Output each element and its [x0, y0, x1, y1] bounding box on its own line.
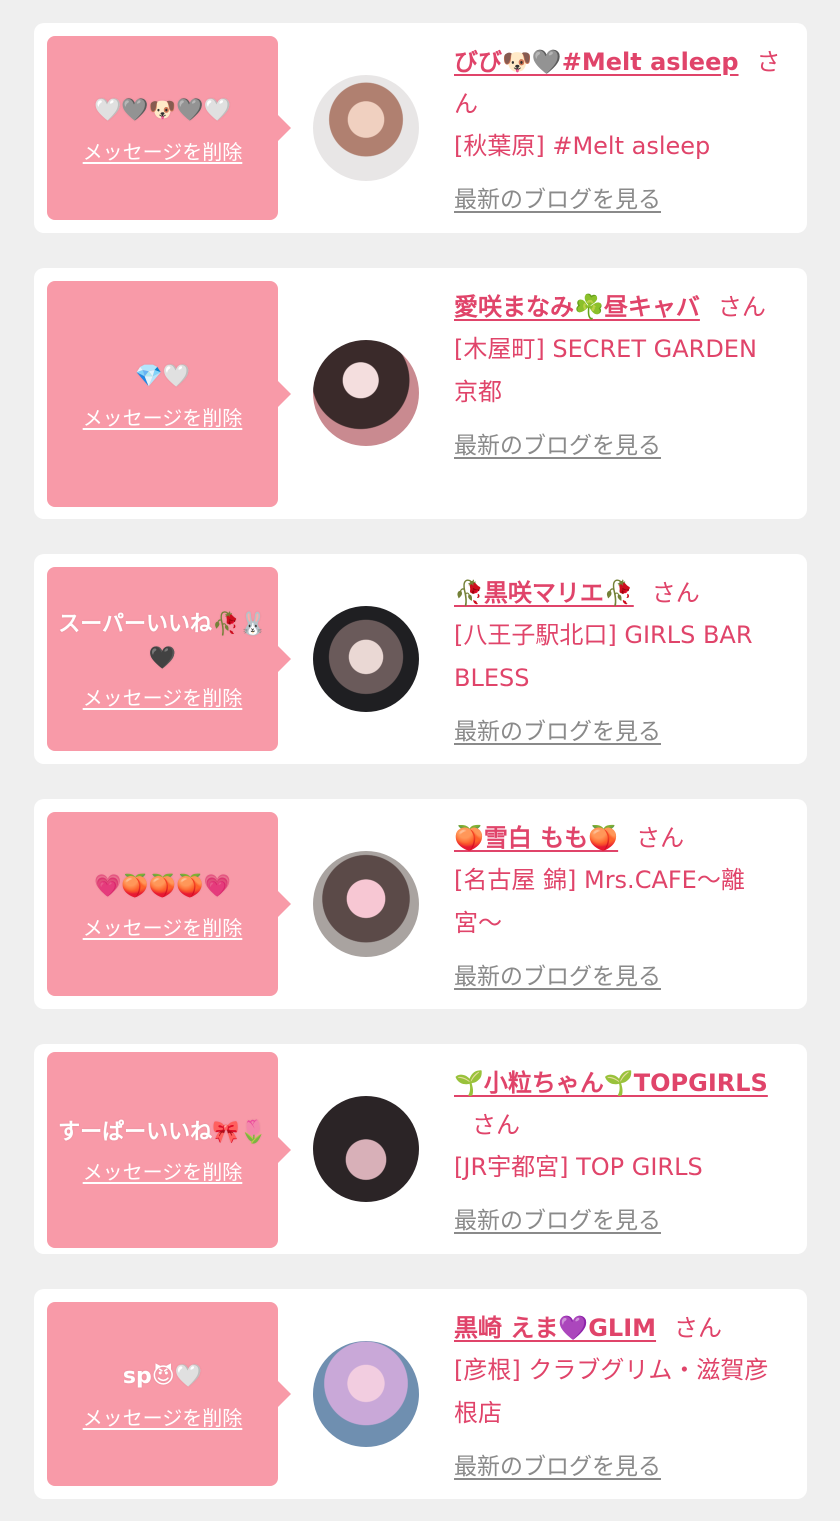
cast-info: 🥀黒咲マリエ🥀 さん [八王子駅北口] GIRLS BAR BLESS 最新のブロ…: [454, 572, 785, 746]
name-line: 🍑雪白 もも🍑 さん: [454, 817, 785, 859]
delete-message-link[interactable]: メッセージを削除: [83, 136, 243, 165]
shop-name: [彦根] クラブグリム・滋賀彦根店: [454, 1356, 769, 1427]
shop-name: [木屋町] SECRET GARDEN 京都: [454, 335, 757, 406]
honorific: さん: [636, 824, 685, 852]
latest-blog-link[interactable]: 最新のブログを見る: [454, 426, 661, 460]
cast-name-link[interactable]: 🌱小粒ちゃん🌱TOPGIRLS: [454, 1069, 768, 1097]
latest-blog-link[interactable]: 最新のブログを見る: [454, 1447, 661, 1481]
message-bubble: スーパーいいね🥀🐰🖤 メッセージを削除: [47, 567, 291, 751]
name-line: 黒崎 えま💜GLIM さん: [454, 1307, 785, 1349]
cast-info: 黒崎 えま💜GLIM さん [彦根] クラブグリム・滋賀彦根店 最新のブログを見る: [454, 1307, 785, 1481]
latest-blog-link[interactable]: 最新のブログを見る: [454, 957, 661, 991]
message-card: sp😈🤍 メッセージを削除 黒崎 えま💜GLIM さん [彦根] クラブグリム・滋…: [34, 1289, 807, 1499]
message-text: sp😈🤍: [122, 1363, 203, 1389]
delete-message-link[interactable]: メッセージを削除: [83, 912, 243, 941]
shop-name: [八王子駅北口] GIRLS BAR BLESS: [454, 621, 753, 692]
honorific: さん: [674, 1314, 723, 1342]
cast-name-link[interactable]: 🥀黒咲マリエ🥀: [454, 579, 634, 607]
message-card: 💎🤍 メッセージを削除 愛咲まなみ☘️昼キャバ さん [木屋町] SECRET G…: [34, 268, 807, 519]
message-text: スーパーいいね🥀🐰🖤: [58, 611, 267, 671]
message-bubble: 💎🤍 メッセージを削除: [47, 281, 291, 507]
message-bubble: 💗🍑🍑🍑💗 メッセージを削除: [47, 812, 291, 996]
honorific: さん: [472, 1111, 520, 1139]
shop-name: [JR宇都宮] TOP GIRLS: [454, 1153, 703, 1181]
honorific: さん: [651, 579, 700, 607]
message-bubble: すーぱーいいね🎀🌷 メッセージを削除: [47, 1052, 291, 1248]
avatar[interactable]: [313, 851, 419, 957]
honorific: さん: [717, 293, 766, 321]
cast-name-link[interactable]: 黒崎 えま💜GLIM: [454, 1314, 656, 1342]
message-card: 💗🍑🍑🍑💗 メッセージを削除 🍑雪白 もも🍑 さん [名古屋 錦] Mrs.CAF…: [34, 799, 807, 1009]
shop-name: [名古屋 錦] Mrs.CAFE〜離宮〜: [454, 866, 745, 937]
message-card: 🤍🩶🐶🩶🤍 メッセージを削除 びび🐶🩶#Melt asleep さん [秋葉原] …: [34, 23, 807, 233]
message-bubble: 🤍🩶🐶🩶🤍 メッセージを削除: [47, 36, 291, 220]
delete-message-link[interactable]: メッセージを削除: [83, 402, 243, 431]
name-line: 愛咲まなみ☘️昼キャバ さん: [454, 286, 785, 328]
message-bubble: sp😈🤍 メッセージを削除: [47, 1302, 291, 1486]
latest-blog-link[interactable]: 最新のブログを見る: [454, 712, 661, 746]
delete-message-link[interactable]: メッセージを削除: [83, 1402, 243, 1431]
message-text: すーぱーいいね🎀🌷: [58, 1119, 267, 1145]
shop-name: [秋葉原] #Melt asleep: [454, 132, 711, 160]
message-card: すーぱーいいね🎀🌷 メッセージを削除 🌱小粒ちゃん🌱TOPGIRLS さん [JR…: [34, 1044, 807, 1254]
name-line: 🌱小粒ちゃん🌱TOPGIRLS さん: [454, 1062, 785, 1146]
delete-message-link[interactable]: メッセージを削除: [83, 682, 243, 711]
message-list: 🤍🩶🐶🩶🤍 メッセージを削除 びび🐶🩶#Melt asleep さん [秋葉原] …: [0, 0, 840, 1521]
message-text: 🤍🩶🐶🩶🤍: [94, 97, 231, 123]
cast-info: 🌱小粒ちゃん🌱TOPGIRLS さん [JR宇都宮] TOP GIRLS 最新のブ…: [454, 1062, 785, 1235]
avatar[interactable]: [313, 606, 419, 712]
cast-name-link[interactable]: びび🐶🩶#Melt asleep: [454, 48, 739, 76]
message-text: 💗🍑🍑🍑💗: [94, 873, 231, 899]
latest-blog-link[interactable]: 最新のブログを見る: [454, 180, 661, 214]
cast-info: 🍑雪白 もも🍑 さん [名古屋 錦] Mrs.CAFE〜離宮〜 最新のブログを見る: [454, 817, 785, 991]
message-text: 💎🤍: [135, 363, 190, 389]
name-line: びび🐶🩶#Melt asleep さん: [454, 41, 785, 125]
cast-name-link[interactable]: 🍑雪白 もも🍑: [454, 824, 618, 852]
name-line: 🥀黒咲マリエ🥀 さん: [454, 572, 785, 614]
cast-info: びび🐶🩶#Melt asleep さん [秋葉原] #Melt asleep 最新…: [454, 41, 785, 214]
message-card: スーパーいいね🥀🐰🖤 メッセージを削除 🥀黒咲マリエ🥀 さん [八王子駅北口] G…: [34, 554, 807, 764]
delete-message-link[interactable]: メッセージを削除: [83, 1156, 243, 1185]
avatar[interactable]: [313, 75, 419, 181]
cast-name-link[interactable]: 愛咲まなみ☘️昼キャバ: [454, 293, 700, 321]
latest-blog-link[interactable]: 最新のブログを見る: [454, 1201, 661, 1235]
avatar[interactable]: [313, 340, 419, 446]
cast-info: 愛咲まなみ☘️昼キャバ さん [木屋町] SECRET GARDEN 京都 最新の…: [454, 286, 785, 460]
avatar[interactable]: [313, 1341, 419, 1447]
avatar[interactable]: [313, 1096, 419, 1202]
